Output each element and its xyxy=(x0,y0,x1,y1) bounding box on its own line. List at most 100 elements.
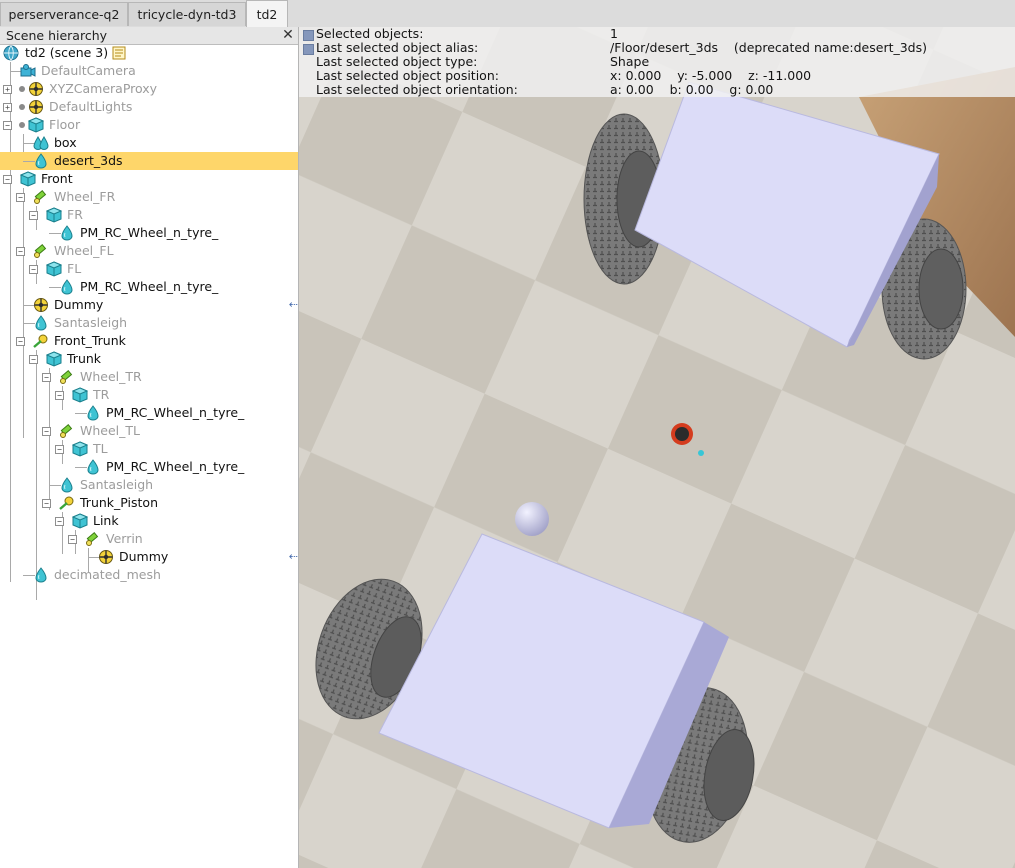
scene-hierarchy-title: Scene hierarchy xyxy=(6,28,108,43)
tree-item[interactable]: − Wheel_FL xyxy=(0,242,298,260)
link-arrow-icon: ⇠ xyxy=(288,550,298,563)
tree-item-label: Dummy xyxy=(119,549,169,564)
tree-item[interactable]: decimated_mesh xyxy=(0,566,298,584)
collapse-toggle[interactable]: − xyxy=(42,427,51,436)
link-arrow-icon: ⇠ xyxy=(288,298,298,311)
collapse-toggle[interactable]: − xyxy=(55,391,64,400)
info-label-alias: Last selected object alias: xyxy=(316,40,479,55)
tree-item-label: Floor xyxy=(49,117,81,132)
collapse-toggle[interactable]: − xyxy=(16,337,25,346)
tree-item[interactable]: − Wheel_TR xyxy=(0,368,298,386)
tree-item-label: Wheel_FL xyxy=(54,243,114,258)
tree-item[interactable]: + XYZCameraProxy xyxy=(0,80,298,98)
collapse-toggle[interactable]: − xyxy=(42,373,51,382)
tree-item-label: desert_3ds xyxy=(54,153,123,168)
dummy-icon xyxy=(29,100,43,114)
tree-item[interactable]: Santasleigh xyxy=(0,476,298,494)
shape-cube-icon xyxy=(46,351,62,367)
collapse-toggle[interactable]: − xyxy=(16,247,25,256)
tree-item[interactable]: + DefaultLights xyxy=(0,98,298,116)
tree-item[interactable]: DefaultCamera xyxy=(0,62,298,80)
tree-item[interactable]: − Link xyxy=(0,512,298,530)
tree-item-label: Link xyxy=(93,513,119,528)
joint-icon xyxy=(86,532,99,546)
collapse-toggle[interactable]: − xyxy=(29,265,38,274)
visibility-dot[interactable] xyxy=(19,86,25,92)
script-icon[interactable] xyxy=(111,45,127,61)
tree-item[interactable]: − TL xyxy=(0,440,298,458)
close-icon[interactable]: ✕ xyxy=(281,27,295,44)
tree-item[interactable]: Dummy ⇠ xyxy=(0,296,298,314)
tab-td2[interactable]: td2 xyxy=(246,0,288,28)
globe-icon xyxy=(3,45,19,61)
tree-item-label: PM_RC_Wheel_n_tyre_ xyxy=(80,225,219,240)
tab-bar: perserverance-q2 tricycle-dyn-td3 td2 xyxy=(0,0,1015,28)
tree-item-label: DefaultLights xyxy=(49,99,133,114)
shape-drop-icon xyxy=(35,567,47,583)
tree-item-label: FR xyxy=(67,207,83,222)
shape-cube-icon xyxy=(20,171,36,187)
info-label-selected: Selected objects: xyxy=(316,27,424,41)
info-label-orientation: Last selected object orientation: xyxy=(316,82,518,97)
tree-item[interactable]: − Wheel_TL xyxy=(0,422,298,440)
tree-item[interactable]: Santasleigh xyxy=(0,314,298,332)
tab-perserverance-q2[interactable]: perserverance-q2 xyxy=(0,2,128,26)
tree-item-label: PM_RC_Wheel_n_tyre_ xyxy=(106,405,245,420)
tree-item[interactable]: desert_3ds xyxy=(0,152,298,170)
info-value-type: Shape xyxy=(610,54,650,69)
tree-root[interactable]: td2 (scene 3) xyxy=(0,44,298,62)
tree-item[interactable]: PM_RC_Wheel_n_tyre_ xyxy=(0,458,298,476)
tree-item-label: TR xyxy=(93,387,110,402)
shape-cube-icon xyxy=(72,441,88,457)
visibility-dot[interactable] xyxy=(19,122,25,128)
collapse-toggle[interactable]: − xyxy=(42,499,51,508)
collapse-toggle[interactable]: − xyxy=(16,193,25,202)
collapse-toggle[interactable]: − xyxy=(68,535,77,544)
tree-item[interactable]: − Wheel_FR xyxy=(0,188,298,206)
collapse-toggle[interactable]: − xyxy=(29,355,38,364)
tree-item[interactable]: − Verrin xyxy=(0,530,298,548)
info-label-position: Last selected object position: xyxy=(316,68,499,83)
tree-item[interactable]: − FR xyxy=(0,206,298,224)
collapse-toggle[interactable]: − xyxy=(55,517,64,526)
expand-toggle[interactable]: + xyxy=(3,103,12,112)
info-value-orientation: a: 0.00 b: 0.00 g: 0.00 xyxy=(610,82,774,97)
tree-item-label: decimated_mesh xyxy=(54,567,161,582)
collapse-toggle[interactable]: − xyxy=(3,175,12,184)
tree-item[interactable]: − Floor xyxy=(0,116,298,134)
tree-item[interactable]: − Trunk_Piston xyxy=(0,494,298,512)
tree-item[interactable]: − Trunk xyxy=(0,350,298,368)
shape-drop-icon xyxy=(61,477,73,493)
tree-item-label: Wheel_FR xyxy=(54,189,116,204)
tree-item[interactable]: − Front_Trunk xyxy=(0,332,298,350)
collapse-toggle[interactable]: − xyxy=(29,211,38,220)
collapse-toggle[interactable]: − xyxy=(55,445,64,454)
tree-item-label: box xyxy=(54,135,77,150)
tree-item-label: Wheel_TL xyxy=(80,423,140,438)
shape-cube-icon xyxy=(46,261,62,277)
tree-item[interactable]: − TR xyxy=(0,386,298,404)
tab-tricycle-dyn-td3[interactable]: tricycle-dyn-td3 xyxy=(128,2,246,26)
tree-item-label: Trunk_Piston xyxy=(80,495,158,510)
expand-toggle[interactable]: + xyxy=(3,85,12,94)
tree-item[interactable]: box xyxy=(0,134,298,152)
tree-item[interactable]: PM_RC_Wheel_n_tyre_ xyxy=(0,224,298,242)
info-toggle-button-2[interactable] xyxy=(303,44,314,55)
tree-item-label: Trunk xyxy=(67,351,102,366)
shape-drop-icon xyxy=(87,405,99,421)
tree-item[interactable]: PM_RC_Wheel_n_tyre_ xyxy=(0,404,298,422)
tree-item[interactable]: Dummy ⇠ xyxy=(0,548,298,566)
info-toggle-button[interactable] xyxy=(303,30,314,41)
tree-item-label: Verrin xyxy=(106,531,143,546)
tree-item-label: DefaultCamera xyxy=(41,63,136,78)
tree-item[interactable]: − FL xyxy=(0,260,298,278)
tree-item[interactable]: PM_RC_Wheel_n_tyre_ xyxy=(0,278,298,296)
scene-viewport[interactable]: Selected objects: 1 Last selected object… xyxy=(299,27,1015,868)
visibility-dot[interactable] xyxy=(19,104,25,110)
shape-drop-icon xyxy=(61,225,73,241)
collapse-toggle[interactable]: − xyxy=(3,121,12,130)
shape-cube-icon xyxy=(72,513,88,529)
tree-item-label: FL xyxy=(67,261,82,276)
tree-item[interactable]: − Front xyxy=(0,170,298,188)
shape-drop-icon xyxy=(87,459,99,475)
